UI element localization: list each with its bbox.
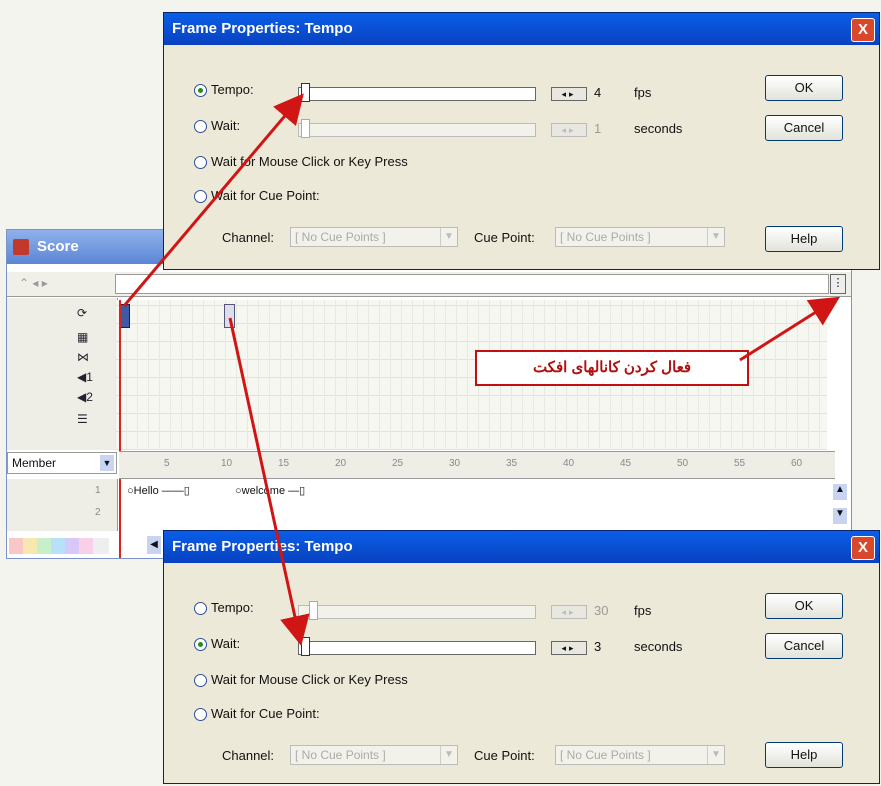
arrow-to-top-tempo-slider bbox=[122, 93, 304, 307]
arrow-to-bottom-wait-slider bbox=[228, 317, 310, 646]
arrow-to-effects-toggle bbox=[739, 296, 841, 362]
annotation-arrows bbox=[122, 93, 841, 646]
